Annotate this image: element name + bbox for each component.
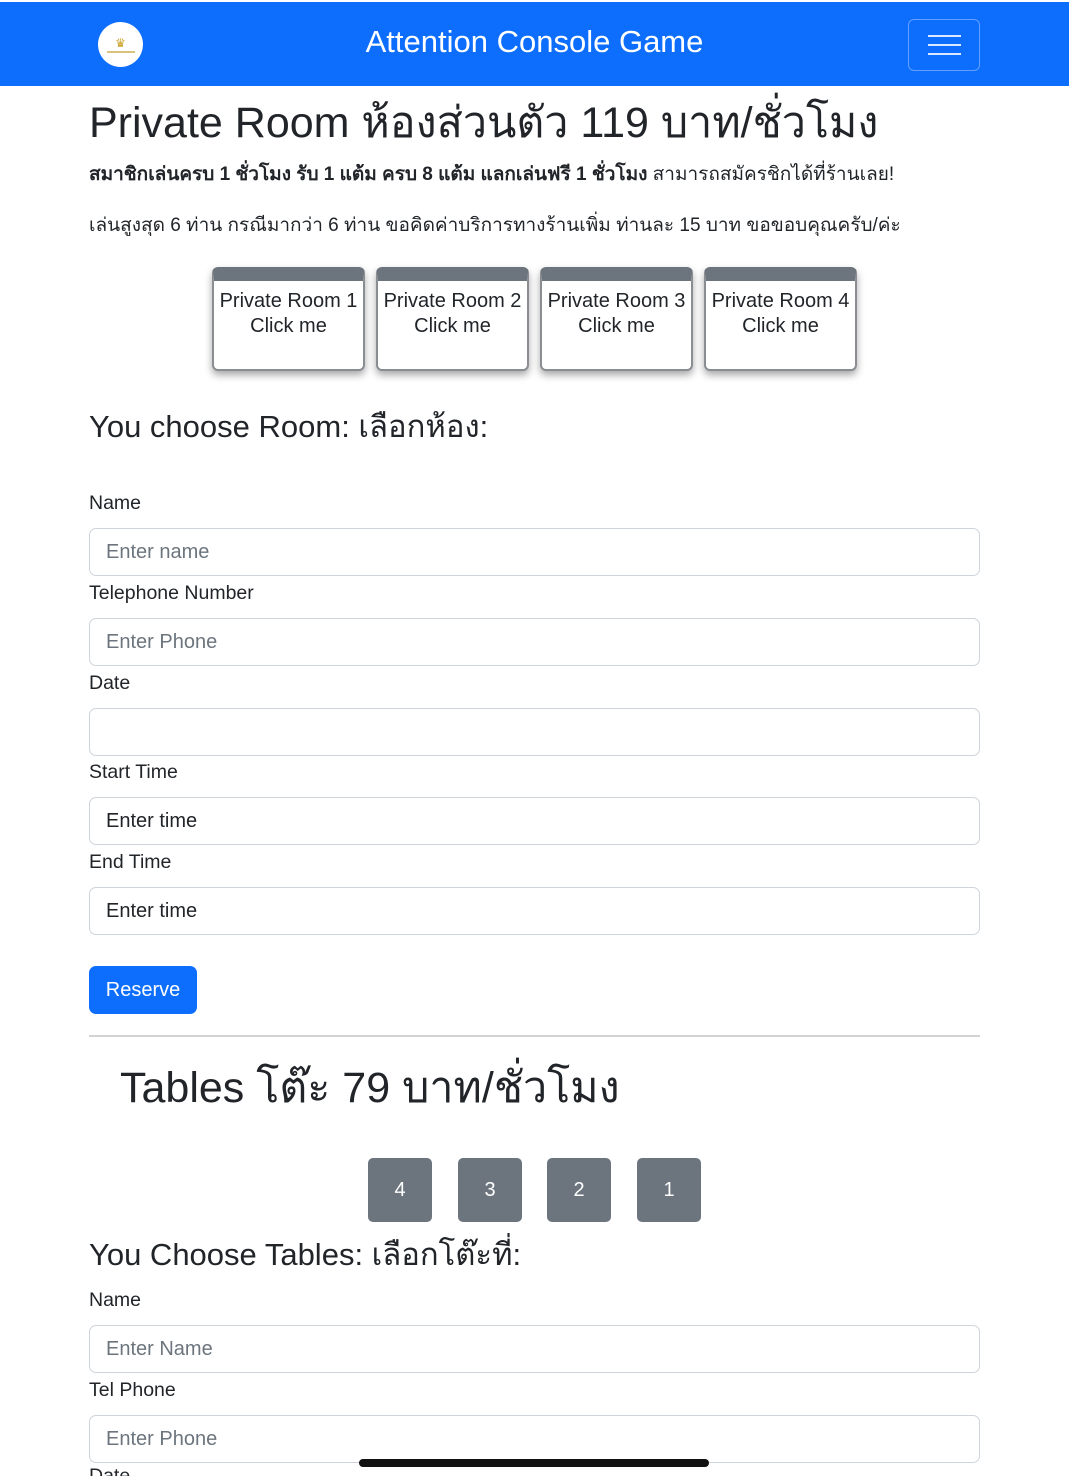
table-2-button[interactable]: 2 [547,1158,611,1222]
table-1-button[interactable]: 1 [637,1158,701,1222]
table-name-input[interactable] [89,1325,980,1373]
room-button-name: Private Room 2 [383,290,522,312]
room-button-name: Private Room 4 [711,290,850,312]
table-phone-label: Tel Phone [89,1379,176,1401]
private-room-3-button[interactable]: Private Room 3 Click me [540,267,693,371]
private-room-heading: Private Room ห้องส่วนตัว 119 บาท/ชั่วโมง [89,99,879,147]
promo-normal-text: สามารถสมัครชิกได้ที่ร้านเลย! [647,164,895,185]
private-room-4-button[interactable]: Private Room 4 Click me [704,267,857,371]
hamburger-icon-bar [927,44,961,46]
table-date-label: Date [89,1465,131,1476]
hamburger-icon-bar [927,53,961,55]
tables-heading: Tables โต๊ะ 79 บาท/ชั่วโมง [120,1064,620,1112]
room-button-action: Click me [414,315,491,337]
room-start-time-input[interactable] [89,797,980,845]
navbar: ♛ Attention Console Game [0,2,1069,86]
table-name-label: Name [89,1289,142,1311]
table-phone-input[interactable] [89,1415,980,1463]
home-indicator [359,1459,709,1467]
room-name-label: Name [89,492,142,514]
room-button-action: Click me [742,315,819,337]
promo-bold-text: สมาชิกเล่นครบ 1 ชั่วโมง รับ 1 แต้ม ครบ 8… [89,164,648,185]
choose-table-heading: You Choose Tables: เลือกโต๊ะที่: [89,1237,522,1272]
room-end-time-label: End Time [89,851,172,873]
hamburger-icon-bar [927,35,961,37]
room-button-action: Click me [578,315,655,337]
max-players-note: เล่นสูงสุด 6 ท่าน กรณีมากว่า 6 ท่าน ขอคิ… [89,215,901,236]
private-room-2-button[interactable]: Private Room 2 Click me [376,267,529,371]
room-phone-input[interactable] [89,618,980,666]
room-button-name: Private Room 1 [219,290,358,312]
room-button-name: Private Room 3 [547,290,686,312]
room-phone-label: Telephone Number [89,582,254,604]
member-promo-text: สมาชิกเล่นครบ 1 ชั่วโมง รับ 1 แต้ม ครบ 8… [89,162,894,188]
room-start-time-label: Start Time [89,761,178,783]
choose-room-heading: You choose Room: เลือกห้อง: [89,409,489,444]
table-3-button[interactable]: 3 [458,1158,522,1222]
room-end-time-input[interactable] [89,887,980,935]
reserve-button[interactable]: Reserve [89,966,197,1014]
section-divider [89,1035,980,1037]
menu-toggle-button[interactable] [908,19,980,71]
private-room-1-button[interactable]: Private Room 1 Click me [212,267,365,371]
room-date-input[interactable] [89,708,980,756]
room-name-input[interactable] [89,528,980,576]
table-4-button[interactable]: 4 [368,1158,432,1222]
room-button-action: Click me [250,315,327,337]
room-date-label: Date [89,672,131,694]
